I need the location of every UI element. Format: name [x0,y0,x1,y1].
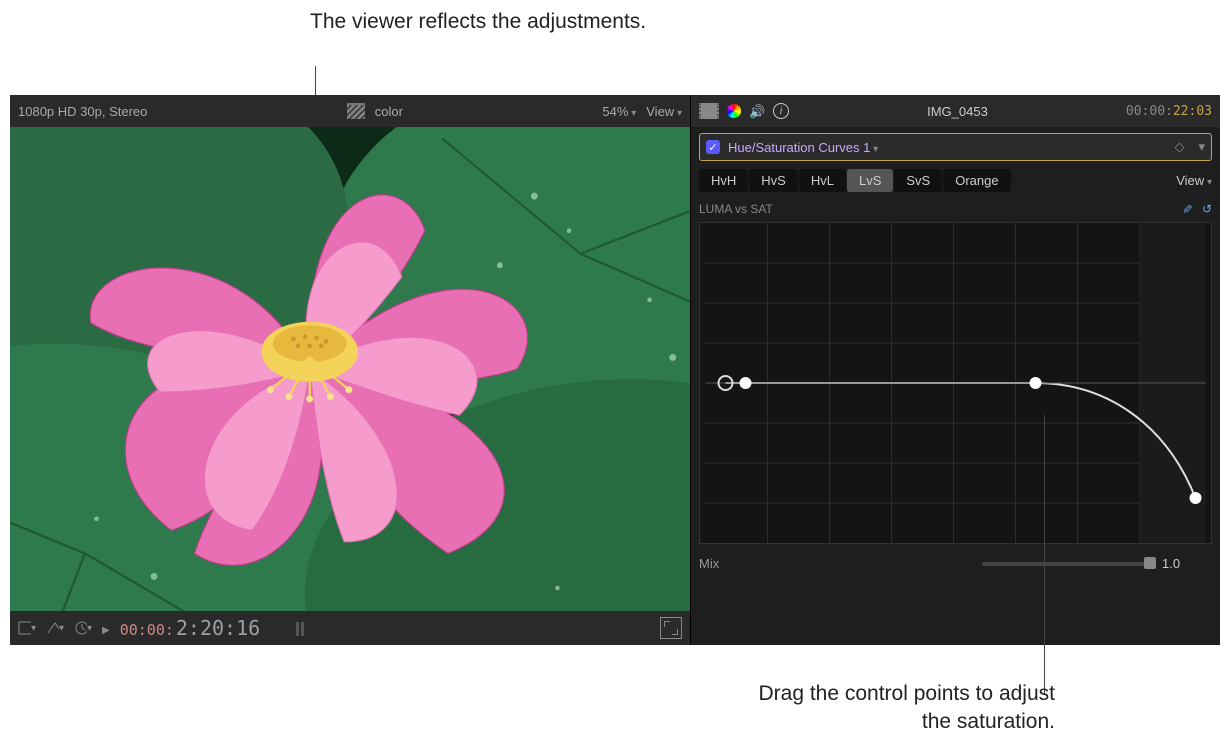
zoom-menu[interactable]: 54% [602,104,636,119]
curve-grid[interactable] [699,222,1212,544]
curve-point-2[interactable] [1030,377,1042,389]
reset-curve-icon[interactable] [1202,202,1212,216]
viewer-toolbar: 1080p HD 30p, Stereo color 54% View [10,95,690,127]
mix-row: Mix 1.0 [699,556,1212,571]
effect-name[interactable]: Hue/Saturation Curves 1 [728,140,878,155]
callout-bottom: Drag the control points to adjust the sa… [755,680,1055,737]
mix-slider-thumb[interactable] [1144,557,1156,569]
callout-top: The viewer reflects the adjustments. [310,8,646,36]
info-inspector-icon[interactable]: i [773,103,789,119]
tab-svs[interactable]: SvS [894,169,942,192]
inspector-pane: i IMG_0453 00:00:22:03 ✓ Hue/Saturation … [691,95,1220,645]
clip-name: IMG_0453 [799,104,1116,119]
retime-menu[interactable] [74,620,92,636]
inspector-timecode-yellow: 22:03 [1173,104,1212,119]
mix-label: Mix [699,556,719,571]
curve-tabs: HvH HvS HvL LvS SvS Orange View [699,169,1212,192]
frame-size-menu[interactable] [18,620,36,636]
play-button[interactable] [102,621,110,636]
keyframe-icon[interactable]: ◇ [1174,139,1184,155]
transform-menu[interactable] [46,620,64,636]
mix-slider[interactable] [982,562,1152,566]
fullscreen-button[interactable] [660,617,682,639]
app-window: 1080p HD 30p, Stereo color 54% View [10,95,1220,645]
viewer-format: 1080p HD 30p, Stereo [18,104,147,119]
curve-title: LUMA vs SAT [699,202,773,216]
tab-hvs[interactable]: HvS [749,169,798,192]
audio-meter-icon [290,618,310,638]
inspector-timecode-gray: 00:00: [1126,104,1173,119]
timecode-prefix: 00:00: [120,621,174,639]
color-inspector-icon[interactable] [727,104,741,118]
effect-enable-checkbox[interactable]: ✓ [706,140,720,154]
preview-illustration [10,127,690,611]
video-inspector-icon[interactable] [699,103,719,119]
viewer-bottom-bar: 00:00:2:20:16 [10,611,690,645]
audio-inspector-icon[interactable] [749,104,765,118]
curve-point-1[interactable] [740,377,752,389]
inspector-timecode: 00:00:22:03 [1126,104,1212,119]
curve-area: LUMA vs SAT [699,202,1212,544]
clapper-icon[interactable] [347,103,365,119]
viewer-title: color [375,104,403,119]
eyedropper-icon[interactable] [1182,202,1192,216]
mix-value[interactable]: 1.0 [1162,556,1212,571]
effect-expand[interactable] [1192,139,1205,155]
callout-bottom-pointer [1044,415,1045,695]
curve-svg[interactable] [700,223,1211,543]
tab-hvh[interactable]: HvH [699,169,748,192]
curve-view-menu[interactable]: View [1176,173,1212,188]
viewer-pane: 1080p HD 30p, Stereo color 54% View [10,95,691,645]
timecode-main: 2:20:16 [176,616,260,640]
curve-end-right[interactable] [1190,492,1202,504]
tab-lvs[interactable]: LvS [847,169,893,192]
viewer-timecode[interactable]: 00:00:2:20:16 [120,616,260,640]
viewer-image [10,127,690,611]
view-menu[interactable]: View [646,104,682,119]
effect-row[interactable]: ✓ Hue/Saturation Curves 1 ◇ [699,133,1212,161]
tab-orange[interactable]: Orange [943,169,1010,192]
tab-hvl[interactable]: HvL [799,169,846,192]
inspector-top-bar: i IMG_0453 00:00:22:03 [691,95,1220,127]
